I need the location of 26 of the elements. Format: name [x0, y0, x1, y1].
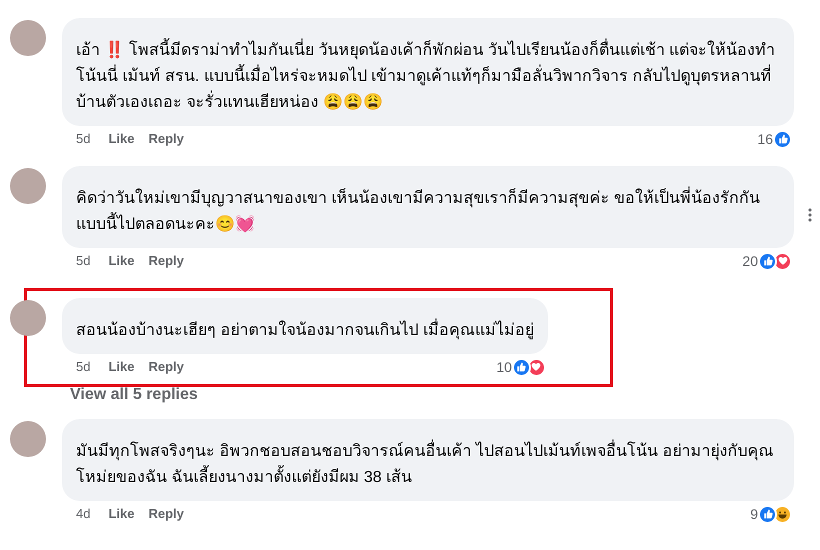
avatar[interactable] — [10, 300, 46, 336]
reply-link[interactable]: Reply — [148, 357, 184, 377]
like-link[interactable]: Like — [108, 251, 134, 271]
comment-time: 5d — [76, 358, 90, 376]
avatar[interactable] — [10, 168, 46, 204]
avatar[interactable] — [10, 421, 46, 457]
like-link[interactable]: Like — [108, 504, 134, 524]
like-link[interactable]: Like — [108, 357, 134, 377]
reaction-count: 9 — [750, 504, 758, 524]
comment-text: เอ้า ‼ โพสนี้มีดราม่าทำไมกันเนี่ย วันหยุดน้องเค้าก็พักผ่อน วันไปเรียนน้องก็ตื่นแต่เช้า แต่จะให้น้องทำโน้นนี่ เม้นท์ สรน. แบบนี้เมื่อไหร่จะหมดไป เข้ามาดูเค้าแท้ๆก็มามือลั่นวิพากวิจาร กลับไปดูบุตรหลานที่บ้านตัวเองเถอะ จะรั่วแทนเฮียหน่อง 😩😩😩 — [76, 38, 780, 116]
comment-text: มันมีทุกโพสจริงๆนะ อิพวกชอบสอนชอบวิจารณ์คนอื่นเค้า ไปสอนไปเม้นท์เพจอื่นโน้น อย่ามายุ่งกับคุณโหม่ยของฉัน ฉันเลี้ยงนางมาตั้งแต่ยังมีผม 38 เส้น — [76, 439, 780, 491]
reaction-count: 20 — [742, 252, 758, 270]
like-link[interactable]: Like — [108, 129, 134, 149]
view-replies-link[interactable]: View all 5 replies — [70, 385, 814, 405]
reaction-count: 16 — [757, 130, 773, 148]
reply-link[interactable]: Reply — [148, 129, 184, 149]
comment-time: 5d — [76, 252, 90, 270]
comment-time: 5d — [76, 130, 90, 148]
reply-link[interactable]: Reply — [148, 504, 184, 524]
reaction-count: 10 — [496, 358, 512, 376]
comment-text: สอนน้องบ้างนะเฮียๆ อย่าตามใจน้องมากจนเกินไป เมื่อคุณแม่ไม่อยู่ — [76, 318, 534, 344]
avatar[interactable] — [10, 20, 46, 56]
comment-time: 4d — [76, 505, 90, 524]
comment-text: คิดว่าวันใหม่เขามีบุญวาสนาของเขา เห็นน้องเขามีความสุขเราก็มีความสุขค่ะ ขอให้เป็นพี่น้องรักกันแบบนี้ไปตลอดนะคะ😊💓 — [76, 186, 780, 238]
reply-link[interactable]: Reply — [148, 251, 184, 271]
more-options-icon[interactable] — [808, 208, 812, 222]
